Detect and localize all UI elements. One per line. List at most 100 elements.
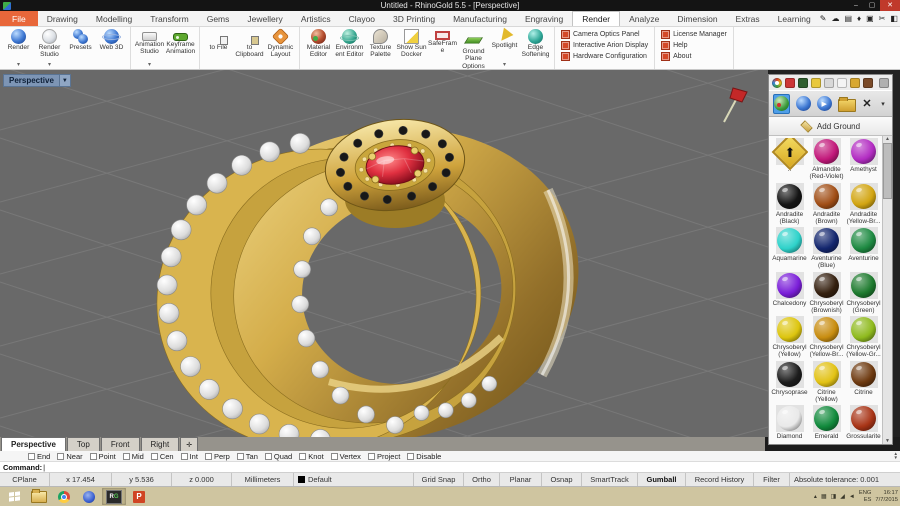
checkbox-knot[interactable] xyxy=(299,453,306,460)
osnap-mid[interactable]: Mid xyxy=(123,452,144,461)
rhino-options-icon[interactable] xyxy=(772,78,782,88)
toggle-gumball[interactable]: Gumball xyxy=(638,473,686,486)
cloud-icon[interactable]: ☁ xyxy=(831,15,839,23)
osnap-cen[interactable]: Cen xyxy=(151,452,174,461)
minimize-button[interactable]: – xyxy=(848,0,864,11)
scroll-thumb[interactable] xyxy=(883,143,892,199)
chevron-down-icon[interactable]: ▼ xyxy=(60,74,71,87)
texture-icon[interactable] xyxy=(863,78,873,88)
ribbon-item-environment-editor[interactable]: Environment Editor xyxy=(334,28,365,68)
ribbon-item-to-clipboard[interactable]: to Clipboard xyxy=(234,28,265,68)
tab-manufacturing[interactable]: Manufacturing xyxy=(444,11,516,26)
status-x-17-454[interactable]: x 17.454 xyxy=(50,473,112,486)
checkbox-vertex[interactable] xyxy=(331,453,338,460)
ribbon-item-camera-optics-panel[interactable]: Camera Optics Panel xyxy=(561,30,648,39)
toggle-planar[interactable]: Planar xyxy=(500,473,542,486)
osnap-tan[interactable]: Tan xyxy=(237,452,258,461)
osnap-disable[interactable]: Disable xyxy=(407,452,441,461)
checkbox-perp[interactable] xyxy=(205,453,212,460)
rhinogold-icon[interactable]: RG xyxy=(102,488,126,505)
ribbon-item-render-studio[interactable]: Render Studio▾ xyxy=(34,28,65,68)
ribbon-item-about[interactable]: About xyxy=(661,52,727,61)
tab-engraving[interactable]: Engraving xyxy=(516,11,572,26)
tab-extras[interactable]: Extras xyxy=(727,11,769,26)
language-indicator[interactable]: ENGES xyxy=(859,490,872,503)
powerpoint-icon[interactable]: P xyxy=(127,488,151,505)
gem-item-chrysoberyl-yellow-gr[interactable]: Chrysoberyl (Yellow-Gr... xyxy=(845,316,882,361)
tab-gems[interactable]: Gems xyxy=(198,11,239,26)
gem-item-aventurine-blue[interactable]: Aventurine (Blue) xyxy=(808,227,845,272)
checkbox-near[interactable] xyxy=(57,453,64,460)
display-icon[interactable] xyxy=(798,78,808,88)
gem-item-chrysoberyl-green[interactable]: Chrysoberyl (Green) xyxy=(845,272,882,317)
gem-scrollbar[interactable]: ▲ ▼ xyxy=(882,136,892,444)
layers-icon[interactable] xyxy=(785,78,795,88)
tab-learning[interactable]: Learning xyxy=(769,11,820,26)
maximize-button[interactable]: ▢ xyxy=(864,0,880,11)
tray-icon[interactable]: ▴ xyxy=(814,493,817,500)
command-scroll-icons[interactable]: ▲▼ xyxy=(894,451,898,461)
chevron-down-icon[interactable]: ▾ xyxy=(17,62,20,68)
status-y-5-536[interactable]: y 5.536 xyxy=(112,473,172,486)
osnap-perp[interactable]: Perp xyxy=(205,452,230,461)
ribbon-item-interactive-arion-display[interactable]: Interactive Arion Display xyxy=(561,41,648,50)
gem-item-aventurine[interactable]: Aventurine xyxy=(845,227,882,272)
checkbox-quad[interactable] xyxy=(265,453,272,460)
gem-item-up[interactable]: ⬆.. xyxy=(771,138,808,183)
osnap-int[interactable]: Int xyxy=(181,452,198,461)
ribbon-item-to-file[interactable]: to File xyxy=(203,28,234,68)
ribbon-item-render[interactable]: Render▾ xyxy=(3,28,34,68)
checkbox-disable[interactable] xyxy=(407,453,414,460)
status-layer[interactable]: Default xyxy=(294,473,414,486)
more-options-button[interactable]: ▾ xyxy=(878,94,888,114)
viewport-tab-front[interactable]: Front xyxy=(101,437,140,451)
animated-materials-button[interactable] xyxy=(817,94,832,114)
osnap-knot[interactable]: Knot xyxy=(299,452,323,461)
viewport-tab-right[interactable]: Right xyxy=(141,437,180,451)
tab-dimension[interactable]: Dimension xyxy=(668,11,726,26)
viewport-tab-perspective[interactable]: Perspective xyxy=(1,437,66,451)
gem-item-chrysoberyl-yellow[interactable]: Chrysoberyl (Yellow) xyxy=(771,316,808,361)
ribbon-item-ground-plane-options[interactable]: Ground Plane Options▾ xyxy=(458,28,489,68)
gem-item-andradite-yellow-br[interactable]: Andradite (Yellow-Br... xyxy=(845,183,882,228)
add-ground-button[interactable]: Add Ground xyxy=(769,117,892,136)
checkbox-end[interactable] xyxy=(28,453,35,460)
gem-item-grossularite[interactable]: Grossularite xyxy=(845,405,882,444)
viewport-title-menu[interactable]: Perspective ▼ xyxy=(3,74,71,87)
ribbon-item-license-manager[interactable]: License Manager xyxy=(661,30,727,39)
toggle-record-history[interactable]: Record History xyxy=(686,473,754,486)
materials-cup-icon[interactable] xyxy=(837,78,847,88)
tab-render[interactable]: Render xyxy=(572,11,620,26)
tab-transform[interactable]: Transform xyxy=(141,11,197,26)
osnap-vertex[interactable]: Vertex xyxy=(331,452,361,461)
ribbon-item-texture-palette[interactable]: Texture Palette xyxy=(365,28,396,68)
checkbox-cen[interactable] xyxy=(151,453,158,460)
checkbox-mid[interactable] xyxy=(123,453,130,460)
tab-file[interactable]: File xyxy=(0,11,38,26)
pin-icon[interactable]: ♦ xyxy=(857,15,861,23)
ribbon-item-spotlight[interactable]: Spotlight▾ xyxy=(489,28,520,68)
toggle-grid-snap[interactable]: Grid Snap xyxy=(414,473,464,486)
remove-material-button[interactable]: ✕ xyxy=(862,94,872,114)
paint-icon[interactable] xyxy=(850,78,860,88)
osnap-point[interactable]: Point xyxy=(90,452,116,461)
gem-materials-button[interactable] xyxy=(773,94,790,114)
start-button[interactable] xyxy=(2,488,26,505)
chevron-down-icon[interactable]: ▾ xyxy=(148,62,151,68)
status-millimeters[interactable]: Millimeters xyxy=(232,473,294,486)
toggle-ortho[interactable]: Ortho xyxy=(464,473,500,486)
osnap-quad[interactable]: Quad xyxy=(265,452,292,461)
chevron-down-icon[interactable]: ▾ xyxy=(503,62,506,68)
toggle-filter[interactable]: Filter xyxy=(754,473,790,486)
tab-analyze[interactable]: Analyze xyxy=(620,11,668,26)
checkbox-int[interactable] xyxy=(181,453,188,460)
tray-icon[interactable]: ◢ xyxy=(840,493,845,500)
copy-icon[interactable]: ▣ xyxy=(866,15,874,23)
tab-3d-printing[interactable]: 3D Printing xyxy=(384,11,444,26)
ribbon-item-show-sun-docker[interactable]: Show Sun Docker xyxy=(396,28,427,68)
viewport-3d[interactable] xyxy=(0,70,768,437)
gem-item-chrysoberyl-brownish[interactable]: Chrysoberyl (Brownish) xyxy=(808,272,845,317)
tray-icon[interactable]: ▦ xyxy=(821,493,827,500)
tray-icon[interactable]: ◄ xyxy=(849,494,855,500)
toggle-smarttrack[interactable]: SmartTrack xyxy=(582,473,638,486)
